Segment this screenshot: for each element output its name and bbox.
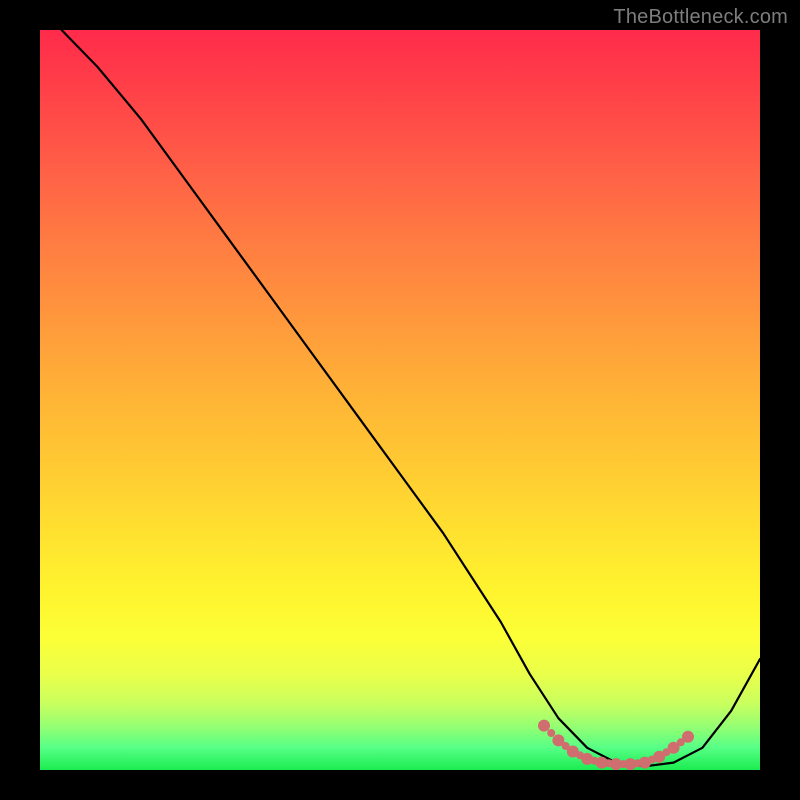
plot-area [40,30,760,770]
optimal-dot [547,729,555,737]
chart-stage: TheBottleneck.com [0,0,800,800]
watermark-label: TheBottleneck.com [613,6,788,29]
optimal-dot [538,720,550,732]
optimal-dot [682,731,694,743]
curve-layer [40,30,760,770]
bottleneck-curve-path [62,30,760,766]
